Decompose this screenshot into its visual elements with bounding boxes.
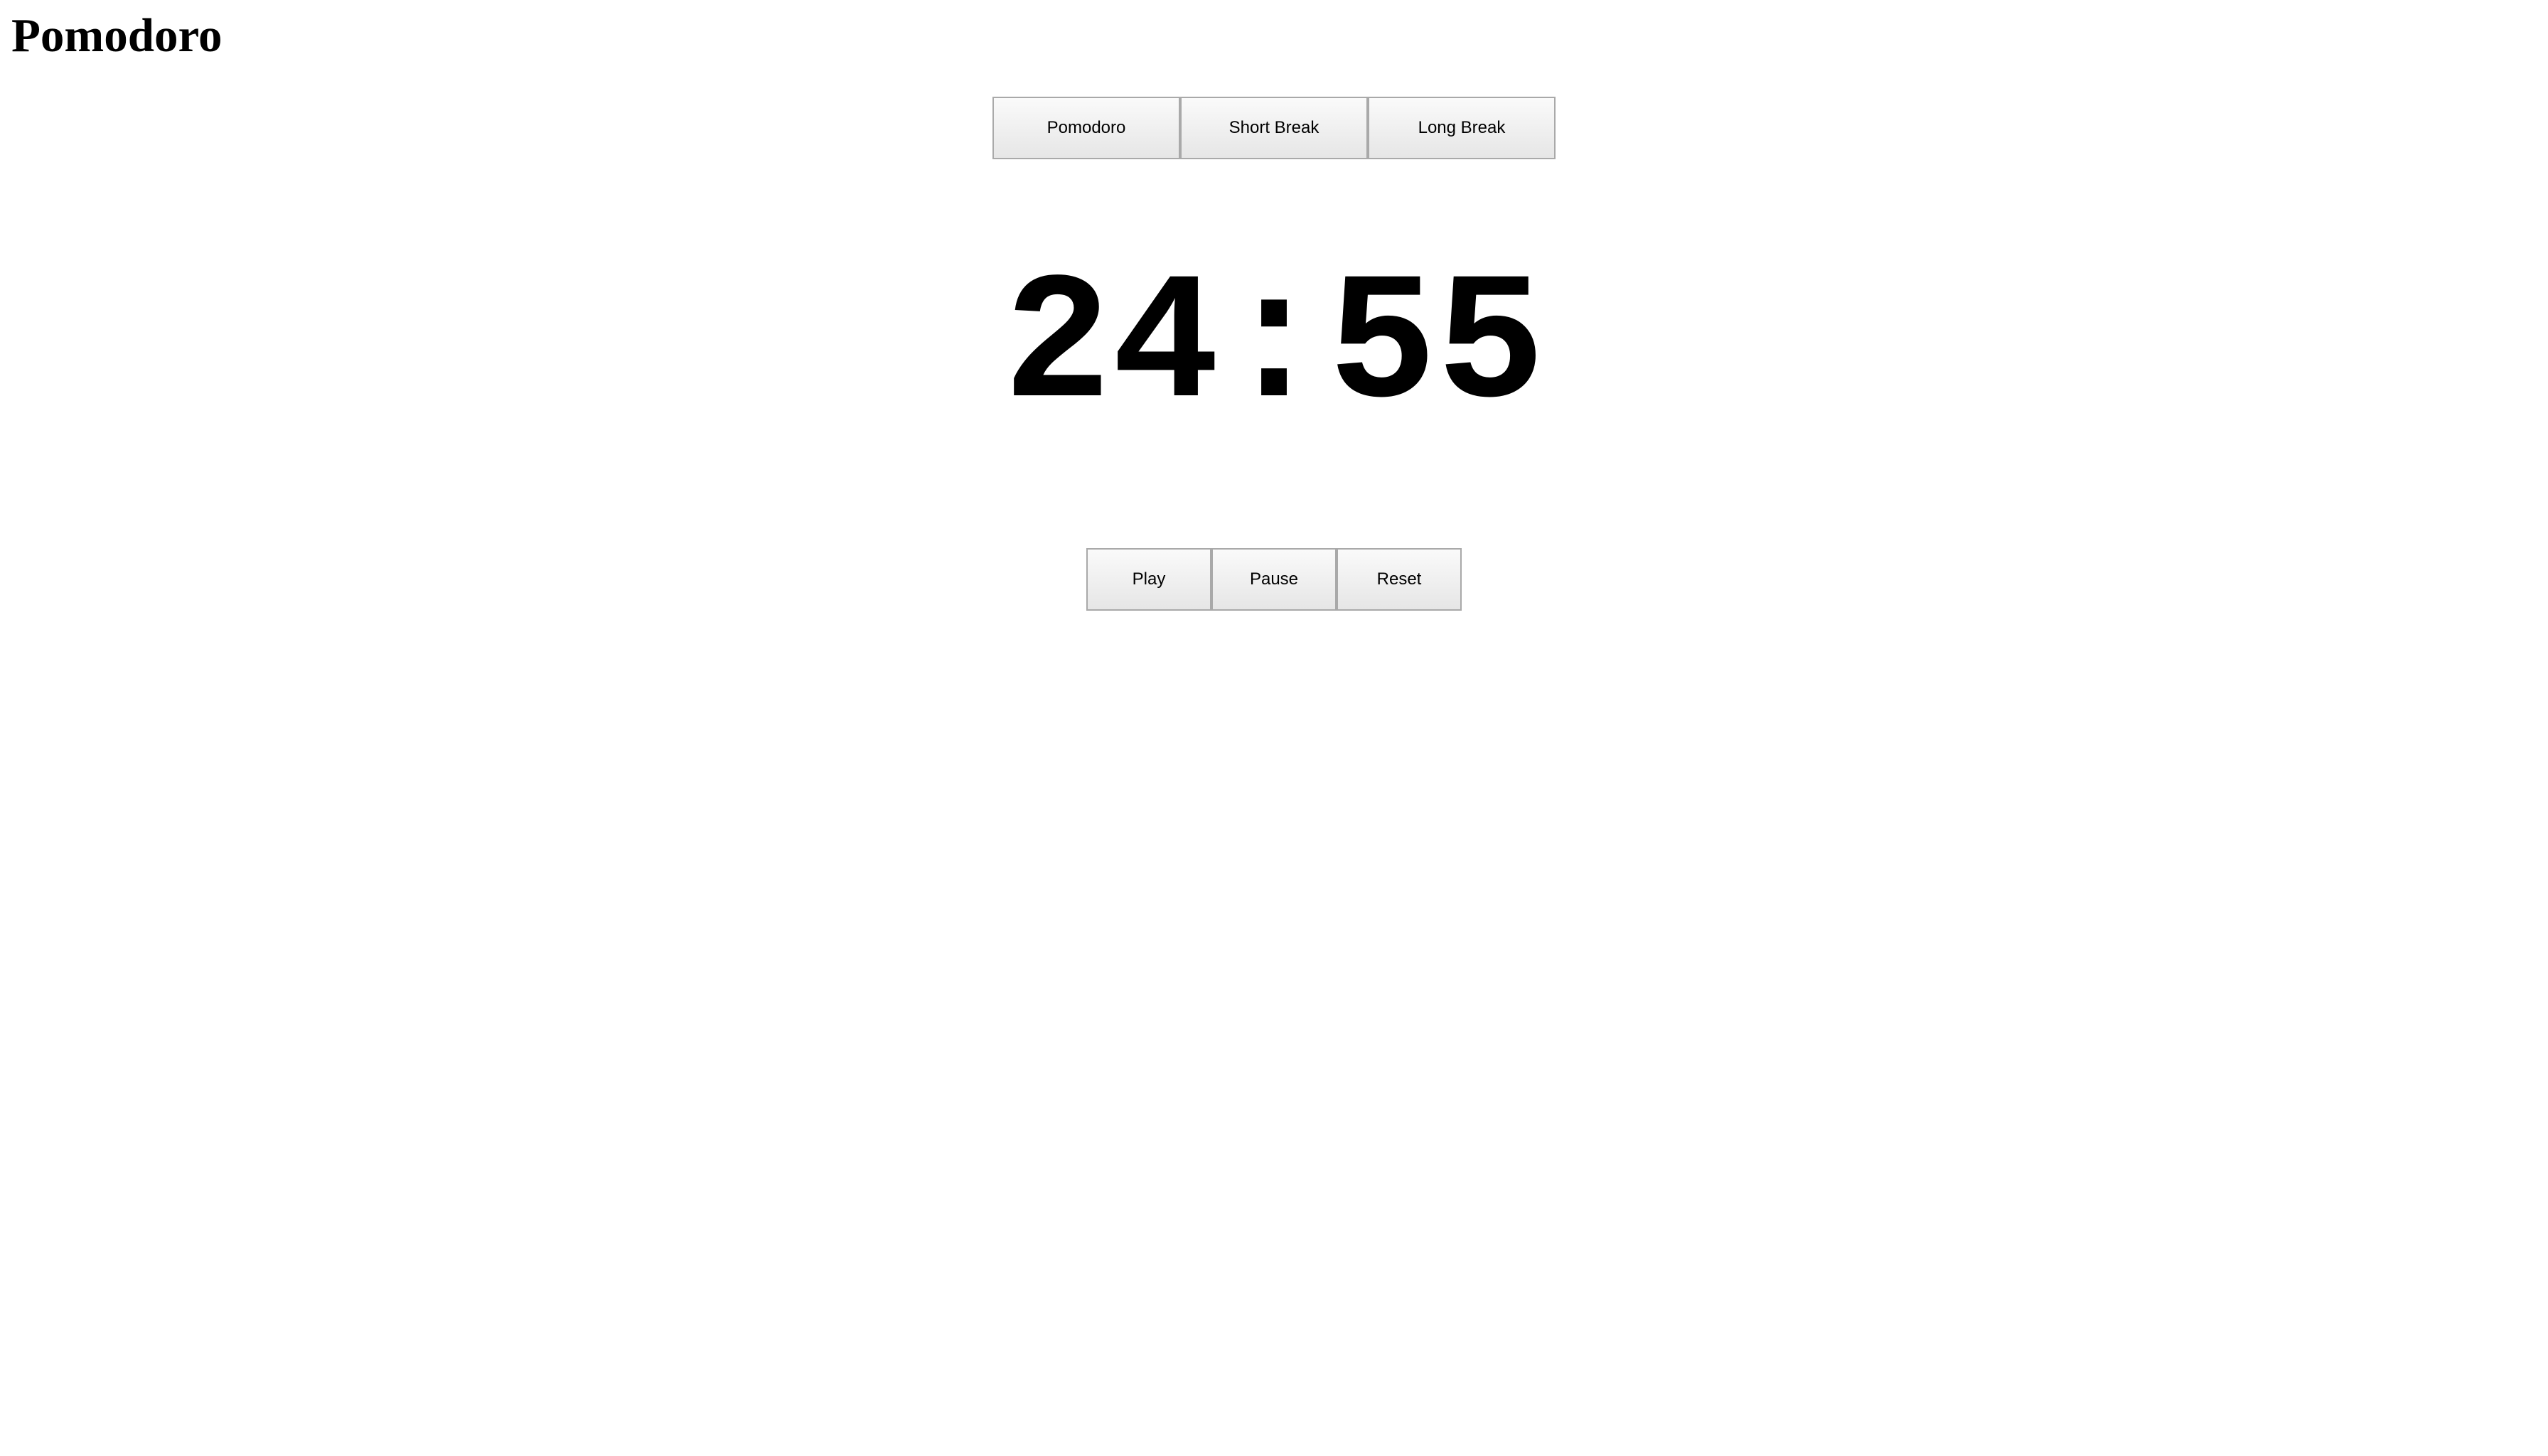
timer-display: 24:55 <box>1002 246 1546 450</box>
page-title: Pomodoro <box>11 9 223 62</box>
mode-tabs: Pomodoro Short Break Long Break <box>992 97 1556 159</box>
pause-button[interactable]: Pause <box>1211 548 1337 611</box>
long-break-mode-button[interactable]: Long Break <box>1368 97 1556 159</box>
pomodoro-mode-button[interactable]: Pomodoro <box>992 97 1180 159</box>
short-break-mode-button[interactable]: Short Break <box>1180 97 1368 159</box>
play-button[interactable]: Play <box>1086 548 1211 611</box>
timer-controls: Play Pause Reset <box>1086 548 1462 611</box>
reset-button[interactable]: Reset <box>1337 548 1462 611</box>
